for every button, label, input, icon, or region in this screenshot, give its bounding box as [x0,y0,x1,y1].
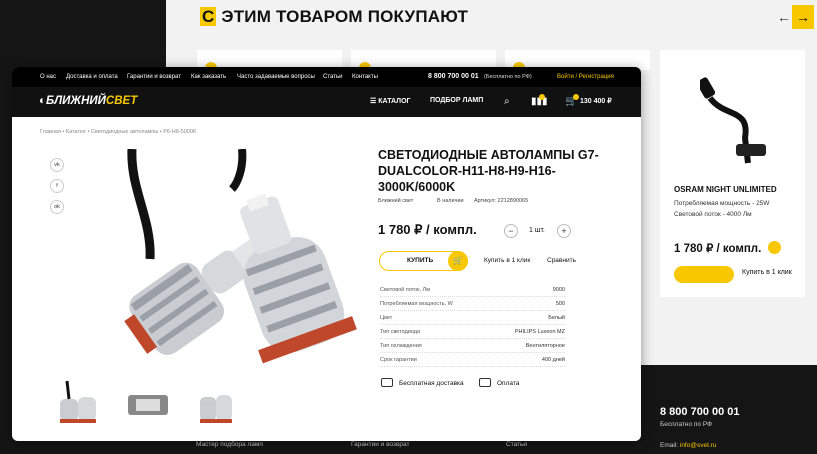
product-price: 1 780 ₽ / компл. [674,243,762,255]
catalog-button[interactable]: ☰ КАТАЛОГ [370,97,411,105]
compare-icon[interactable] [768,241,781,254]
product-page-window: О нас Доставка и оплата Гарантии и возвр… [12,67,641,441]
quantity-increase-button[interactable]: + [557,224,571,238]
footer-phone[interactable]: 8 800 700 00 01 [660,406,740,418]
thumbnail-3[interactable] [190,379,242,431]
site-logo[interactable]: ◐БЛИЖНИЙСВЕТ [39,95,137,107]
thumbnail-2[interactable] [122,379,174,431]
top-phone[interactable]: 8 800 700 00 01 [428,73,479,80]
cart-icon: 🛒 [448,251,468,271]
carousel-prev-button[interactable]: ← [777,9,791,25]
add-to-cart-button[interactable] [674,266,734,283]
vk-share-icon[interactable]: vk [50,158,64,172]
brand-label[interactable]: Ближний свет [378,198,413,204]
one-click-buy-link[interactable]: Купить в 1 клик [742,269,792,276]
nav-link-contacts[interactable]: Контакты [352,74,378,80]
spec-row: Тип светодиода PHILIPS Luxeon MZ [380,327,565,339]
quantity-value[interactable]: 1 шт. [529,227,545,234]
product-title[interactable]: OSRAM NIGHT UNLIMITED [674,185,777,194]
related-card-osram[interactable]: OSRAM NIGHT UNLIMITED Потребляемая мощно… [660,50,805,297]
nav-link-faq[interactable]: Часто задаваемые вопросы [237,74,315,80]
buy-button[interactable]: КУПИТЬ 🛒 [379,251,468,271]
footer-email[interactable]: Email: info@svet.ru [660,442,716,449]
spec-row: Тип охлаждения Вентиляторное [380,341,565,353]
product-spec: Световой поток - 4000 Лм [674,211,752,218]
payment-label[interactable]: Оплата [497,380,519,387]
footer-link[interactable]: Гарантии и возврат [351,441,410,448]
compare-link[interactable]: Сравнить [547,257,576,264]
compare-badge [539,94,545,100]
facebook-share-icon[interactable]: f [50,179,64,193]
cart-badge [573,94,579,100]
article-number: Артикул: 2212890065 [474,198,529,204]
nav-link-delivery[interactable]: Доставка и оплата [66,74,118,80]
section-title: С ЭТИМ ТОВАРОМ ПОКУПАЮТ [200,7,469,26]
login-link[interactable]: Войти / Регистрация [557,74,614,80]
top-nav-bar: О нас Доставка и оплата Гарантии и возвр… [12,67,641,87]
thumbnail-1[interactable] [52,379,104,431]
delivery-truck-icon [381,378,393,387]
odnoklassniki-share-icon[interactable]: ok [50,200,64,214]
footer-link[interactable]: Статьи [506,441,527,448]
lamp-picker-link[interactable]: ПОДБОР ЛАМП [430,97,483,104]
nav-link-articles[interactable]: Статьи [323,74,342,80]
product-price: 1 780 ₽ / компл. [378,222,477,237]
wallet-icon [479,378,491,387]
lamp-image [700,77,766,164]
spec-row: Срок гарантии 400 дней [380,355,565,367]
one-click-buy-link[interactable]: Купить в 1 клик [484,257,530,264]
spec-row: Потребляемая мощность, W 500 [380,299,565,311]
product-title: СВЕТОДИОДНЫЕ АВТОЛАМПЫ G7-DUALCOLOR-H11-… [378,148,599,194]
free-delivery-label[interactable]: Бесплатная доставка [399,380,464,387]
carousel-next-button[interactable]: → [792,5,814,29]
product-spec: Потребляемая мощность - 25W [674,200,770,207]
buy-button-label: КУПИТЬ [407,257,434,264]
main-header: ◐БЛИЖНИЙСВЕТ ☰ КАТАЛОГ ПОДБОР ЛАМП ⌕ ▮▮▮… [12,87,641,117]
footer-free-label: Бесплатно по РФ [660,421,713,428]
quantity-decrease-button[interactable]: − [504,224,518,238]
nav-link-warranty[interactable]: Гарантии и возврат [127,74,181,80]
spec-row: Цвет Белый [380,313,565,325]
spec-row: Световой поток, Лм 9000 [380,285,565,297]
footer-link[interactable]: Мастер подбора ламп [196,441,263,448]
nav-link-about[interactable]: О нас [40,74,56,80]
breadcrumb[interactable]: Главная • Каталог • Светодиодные автолам… [40,129,197,135]
top-free-label: (Бесплатно по РФ) [484,74,532,80]
nav-link-how-to-order[interactable]: Как заказать [191,74,226,80]
search-icon[interactable]: ⌕ [504,96,510,107]
product-main-image[interactable] [92,149,357,371]
stock-status: В наличии [437,198,464,204]
cart-total[interactable]: 130 400 ₽ [580,97,612,105]
